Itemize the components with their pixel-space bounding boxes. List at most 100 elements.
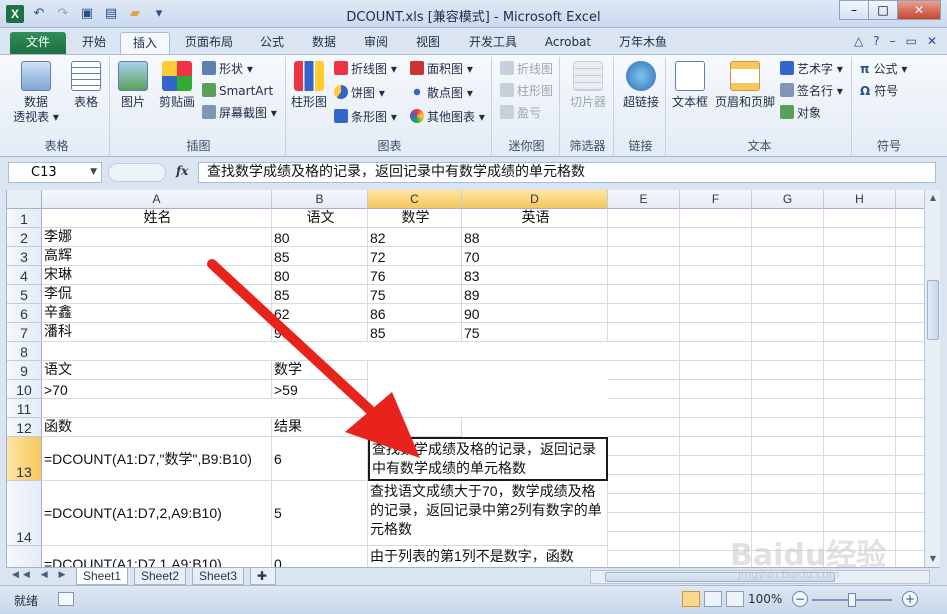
normal-view-icon[interactable]	[682, 591, 700, 607]
tab-data[interactable]: 数据	[302, 32, 346, 54]
equation-button[interactable]: π 公式 ▾	[860, 61, 907, 77]
zoom-out-icon[interactable]: −	[792, 591, 808, 607]
column-header-d[interactable]: D	[462, 190, 608, 209]
smartart-button[interactable]: SmartArt	[202, 83, 273, 99]
scatter-chart-button[interactable]: 散点图 ▾	[410, 85, 473, 101]
close-button[interactable]: ✕	[897, 0, 941, 20]
macro-record-icon[interactable]	[58, 592, 74, 606]
tab-view[interactable]: 视图	[406, 32, 450, 54]
row-header-8[interactable]: 8	[7, 342, 42, 361]
cell-c5[interactable]: 75	[368, 285, 462, 304]
column-header-f[interactable]: F	[680, 190, 752, 209]
cell-d1[interactable]: 英语	[462, 209, 608, 228]
other-charts-button[interactable]: 其他图表 ▾	[410, 109, 485, 125]
table-button[interactable]: 表格	[64, 61, 108, 110]
sheet-tab-sheet3[interactable]: Sheet3	[192, 568, 245, 585]
cell-b4[interactable]: 80	[272, 266, 368, 285]
column-header-c[interactable]: C	[368, 190, 462, 209]
column-chart-button[interactable]: 柱形图	[288, 61, 330, 110]
cell-b15[interactable]: 0	[272, 546, 368, 567]
formula-bar-splitter[interactable]	[108, 163, 166, 182]
cell-c4[interactable]: 76	[368, 266, 462, 285]
formula-input[interactable]: 查找数学成绩及格的记录，返回记录中有数学成绩的单元格数	[198, 162, 936, 183]
cell-a4[interactable]: 宋琳	[42, 266, 272, 285]
window-restore-icon[interactable]: ▭	[906, 34, 917, 48]
row-header-1[interactable]: 1	[7, 209, 42, 228]
collapse-ribbon-icon[interactable]: △	[854, 34, 863, 48]
empty-row-11[interactable]	[42, 399, 608, 418]
textbox-button[interactable]: 文本框	[670, 61, 710, 110]
cell-a7[interactable]: 潘科	[42, 323, 272, 342]
help-icon[interactable]: ?	[873, 34, 879, 48]
cell-d4[interactable]: 83	[462, 266, 608, 285]
tab-developer[interactable]: 开发工具	[458, 32, 528, 54]
cell-b10[interactable]: >59	[272, 380, 368, 399]
cell-a3[interactable]: 高辉	[42, 247, 272, 266]
scroll-up-arrow-icon[interactable]: ▲	[925, 190, 941, 206]
page-break-view-icon[interactable]	[726, 591, 744, 607]
name-box[interactable]: C13 ▼	[8, 162, 102, 183]
cell-b12[interactable]: 结果	[272, 418, 368, 437]
row-header-11[interactable]: 11	[7, 399, 42, 418]
sparkline-column-button[interactable]: 柱形图	[500, 83, 553, 99]
cell-b7[interactable]: 90	[272, 323, 368, 342]
sparkline-line-button[interactable]: 折线图	[500, 61, 553, 77]
cell-c14[interactable]: 查找语文成绩大于70，数学成绩及格的记录，返回记录中第2列有数字的单元格数	[368, 481, 608, 546]
minimize-button[interactable]: –	[839, 0, 869, 20]
cell-c6[interactable]: 86	[368, 304, 462, 323]
cell-c1[interactable]: 数学	[368, 209, 462, 228]
row-header-7[interactable]: 7	[7, 323, 42, 342]
sparkline-winloss-button[interactable]: 盈亏	[500, 105, 541, 121]
cell-a2[interactable]: 李娜	[42, 228, 272, 247]
tab-acrobat[interactable]: Acrobat	[536, 32, 600, 54]
window-close-icon[interactable]: ✕	[927, 34, 937, 48]
cell-d5[interactable]: 89	[462, 285, 608, 304]
row-header-3[interactable]: 3	[7, 247, 42, 266]
cell-d3[interactable]: 70	[462, 247, 608, 266]
shapes-button[interactable]: 形状 ▾	[202, 61, 253, 77]
pie-chart-button[interactable]: 饼图 ▾	[334, 85, 385, 101]
insert-function-icon[interactable]: fx	[176, 164, 188, 178]
page-layout-view-icon[interactable]	[704, 591, 722, 607]
row-header-15[interactable]: 15	[7, 546, 42, 567]
cell-b5[interactable]: 85	[272, 285, 368, 304]
row-header-2[interactable]: 2	[7, 228, 42, 247]
bar-chart-button[interactable]: 条形图 ▾	[334, 109, 397, 125]
vertical-scrollbar[interactable]: ▲ ▼	[924, 190, 940, 567]
column-header-a[interactable]: A	[42, 190, 272, 209]
area-chart-button[interactable]: 面积图 ▾	[410, 61, 473, 77]
cell-c13-selected[interactable]: 查找数学成绩及格的记录，返回记录中有数学成绩的单元格数	[368, 437, 608, 481]
pivot-table-button[interactable]: 数据 透视表 ▾	[8, 61, 64, 125]
zoom-slider-thumb[interactable]	[848, 593, 856, 607]
vertical-scroll-thumb[interactable]	[927, 280, 939, 340]
cell-b3[interactable]: 85	[272, 247, 368, 266]
zoom-in-icon[interactable]: +	[902, 591, 918, 607]
tab-review[interactable]: 审阅	[354, 32, 398, 54]
cell-c3[interactable]: 72	[368, 247, 462, 266]
cell-a12[interactable]: 函数	[42, 418, 272, 437]
cell-c15[interactable]: 由于列表的第1列不是数字，函数	[368, 546, 608, 567]
symbol-button[interactable]: Ω 符号	[860, 83, 898, 99]
cell-a1[interactable]: 姓名	[42, 209, 272, 228]
header-footer-button[interactable]: 页眉和页脚	[712, 61, 778, 110]
cell-c12[interactable]: 说明	[368, 418, 462, 437]
cell-d7[interactable]: 75	[462, 323, 608, 342]
cell-d2[interactable]: 88	[462, 228, 608, 247]
column-header-h[interactable]: H	[824, 190, 896, 209]
tab-home[interactable]: 开始	[72, 32, 116, 54]
cell-b2[interactable]: 80	[272, 228, 368, 247]
line-chart-button[interactable]: 折线图 ▾	[334, 61, 397, 77]
empty-row-8[interactable]	[42, 342, 608, 361]
cell-c7[interactable]: 85	[368, 323, 462, 342]
row-header-5[interactable]: 5	[7, 285, 42, 304]
slicer-button[interactable]: 切片器	[564, 61, 612, 110]
empty-cells-region[interactable]	[608, 209, 924, 567]
tab-formulas[interactable]: 公式	[250, 32, 294, 54]
row-header-10[interactable]: 10	[7, 380, 42, 399]
row-header-6[interactable]: 6	[7, 304, 42, 323]
cell-a15[interactable]: =DCOUNT(A1:D7,1,A9:B10)	[42, 546, 272, 567]
cell-a13[interactable]: =DCOUNT(A1:D7,"数学",B9:B10)	[42, 437, 272, 481]
row-header-14[interactable]: 14	[7, 481, 42, 546]
cell-c2[interactable]: 82	[368, 228, 462, 247]
tab-file[interactable]: 文件	[10, 32, 66, 54]
